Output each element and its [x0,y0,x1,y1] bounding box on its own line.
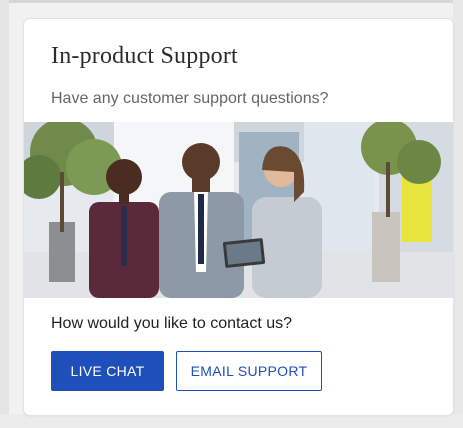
window-left-edge [0,0,9,428]
contact-question: How would you like to contact us? [51,315,293,332]
live-chat-button[interactable]: LIVE CHAT [51,351,164,391]
card-title: In-product Support [51,43,238,69]
window-bottom-edge [0,414,463,428]
window-right-edge [453,0,463,428]
photo-illustration [24,122,453,298]
support-photo [24,122,453,298]
email-support-button[interactable]: EMAIL SUPPORT [176,351,322,391]
support-card: In-product Support Have any customer sup… [24,19,453,415]
window-top-edge [0,0,463,3]
card-subtitle: Have any customer support questions? [51,90,329,107]
screenshot-stage: In-product Support Have any customer sup… [0,0,463,428]
